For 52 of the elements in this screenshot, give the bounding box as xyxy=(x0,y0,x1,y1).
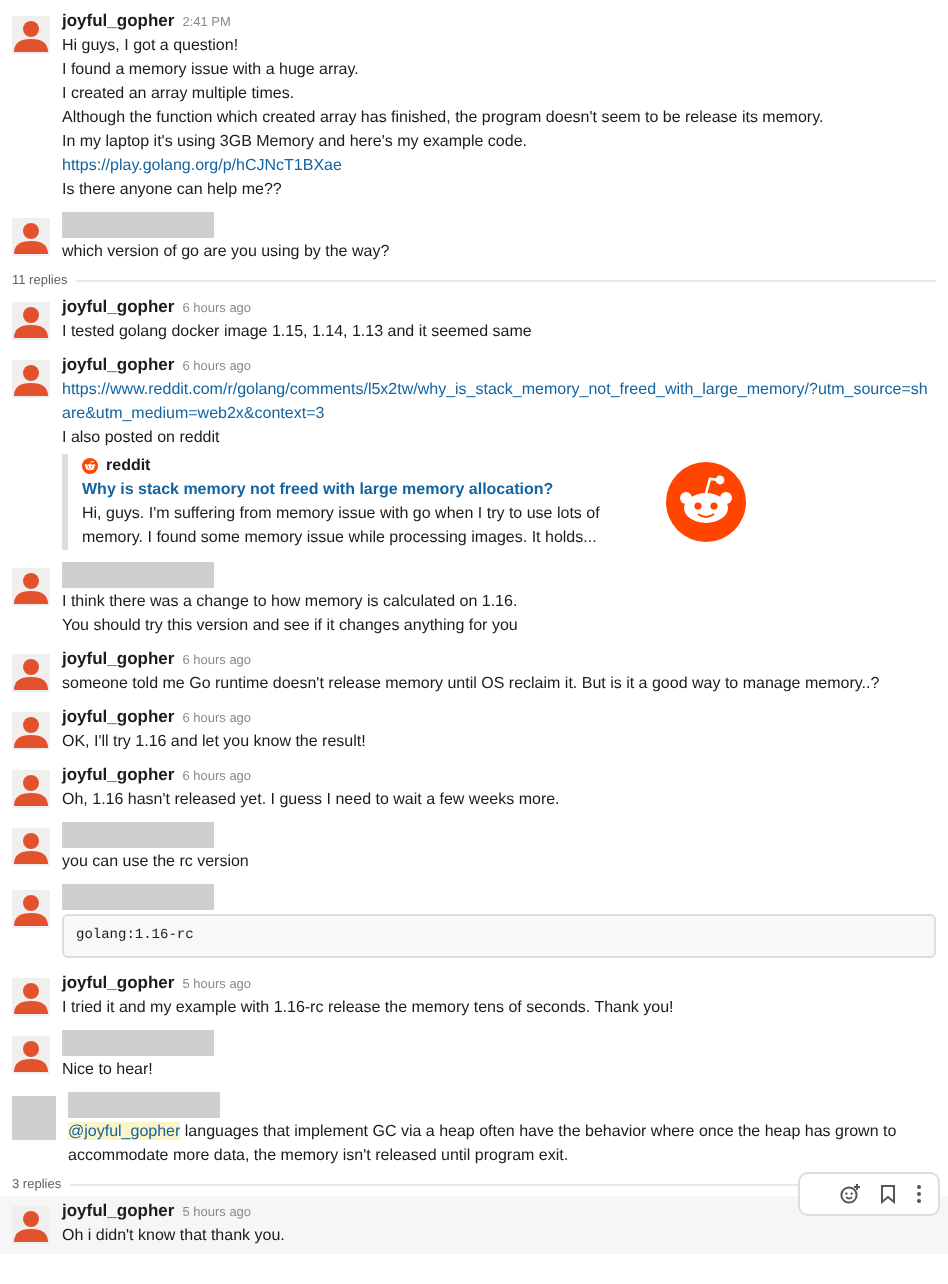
add-reaction-icon[interactable] xyxy=(840,1184,860,1204)
author-name[interactable]: joyful_gopher xyxy=(62,648,175,668)
preview-description: Hi, guys. I'm suffering from memory issue with go when I try to use lots of memory. I found some memory issue while processing images. It holds... xyxy=(82,502,602,550)
site-icon xyxy=(82,458,98,474)
message-text: you can use the rc version xyxy=(62,850,251,874)
avatar-icon xyxy=(12,568,50,606)
author-name[interactable]: joyful_gopher xyxy=(62,354,175,374)
message-text: I think there was a change to how memory is calculated on 1.16. xyxy=(62,590,520,614)
message-text: which version of go are you using by the way? xyxy=(62,240,392,264)
more-icon[interactable] xyxy=(916,1184,922,1204)
message-text: @joyful_gopher languages that implement GC via a heap often have the behavior where once the heap has grown to accommodate more data, the memory isn't released until program exit. xyxy=(68,1120,899,1168)
avatar-icon xyxy=(12,1096,56,1140)
author-name[interactable]: joyful_gopher xyxy=(62,1200,175,1220)
message-text: Is there anyone can help me?? xyxy=(62,178,284,202)
message-text: someone told me Go runtime doesn't release memory until OS reclaim it. But is it a good way to manage memory..? xyxy=(62,672,882,696)
avatar-icon xyxy=(12,1206,50,1244)
avatar-icon xyxy=(12,712,50,750)
message-text: I tried it and my example with 1.16-rc release the memory tens of seconds. Thank you! xyxy=(62,996,676,1020)
avatar-icon xyxy=(12,16,50,54)
message-text: I created an array multiple times. xyxy=(62,82,297,106)
user-mention[interactable]: @joyful_gopher xyxy=(68,1122,181,1140)
bookmark-icon[interactable] xyxy=(880,1184,896,1204)
author-name[interactable]: joyful_gopher xyxy=(62,10,175,30)
message-text: In my laptop it's using 3GB Memory and here's my example code. xyxy=(62,130,529,154)
message-link[interactable]: https://play.golang.org/p/hCJNcT1BXae xyxy=(62,154,936,178)
message-text: Hi guys, I got a question! xyxy=(62,34,241,58)
message-text: You should try this version and see if it changes anything for you xyxy=(62,614,520,638)
avatar-icon xyxy=(12,218,50,256)
message-text: OK, I'll try 1.16 and let you know the result! xyxy=(62,730,368,754)
message-text: I also posted on reddit xyxy=(62,426,222,450)
preview-logo-icon xyxy=(666,462,746,542)
preview-title[interactable]: Why is stack memory not freed with large memory allocation? xyxy=(82,478,642,502)
message-text: Oh, 1.16 hasn't released yet. I guess I need to wait a few weeks more. xyxy=(62,788,562,812)
message-text: I tested golang docker image 1.15, 1.14, 1.13 and it seemed same xyxy=(62,320,534,344)
avatar-icon xyxy=(12,360,50,398)
avatar-icon xyxy=(12,978,50,1016)
avatar-icon xyxy=(12,302,50,340)
author-name[interactable]: joyful_gopher xyxy=(62,296,175,316)
avatar-icon xyxy=(12,770,50,808)
message-text: Nice to hear! xyxy=(62,1058,155,1082)
avatar-icon xyxy=(12,1036,50,1074)
message-text: Oh i didn't know that thank you. xyxy=(62,1224,287,1248)
author-name[interactable]: joyful_gopher xyxy=(62,764,175,784)
message-text: Although the function which created array has finished, the program doesn't seem to be release its memory. xyxy=(62,106,826,130)
message-link[interactable]: https://www.reddit.com/r/golang/comments/l5x2tw/why_is_stack_memory_not_freed_with_large_memory/?utm_source=share&utm_medium=web2x&context=3 xyxy=(62,378,936,426)
site-name: reddit xyxy=(106,454,151,478)
message-text: I found a memory issue with a huge array. xyxy=(62,58,361,82)
avatar-icon xyxy=(12,654,50,692)
avatar-icon xyxy=(12,890,50,928)
author-name[interactable]: joyful_gopher xyxy=(62,706,175,726)
author-name[interactable]: joyful_gopher xyxy=(62,972,175,992)
avatar-icon xyxy=(12,828,50,866)
